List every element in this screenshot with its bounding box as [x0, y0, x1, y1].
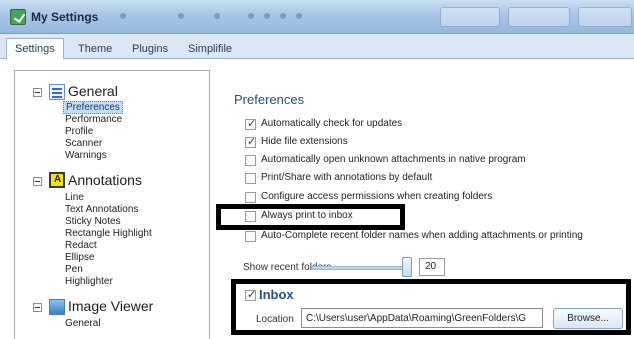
recent-folders-slider-track[interactable]	[311, 266, 411, 270]
location-input[interactable]: C:\Users\user\AppData\Roaming\GreenFolde…	[301, 308, 543, 328]
option-label: Automatically open unknown attachments i…	[261, 154, 526, 165]
option-label: Automatically check for updates	[261, 118, 403, 129]
inbox-heading: Inbox	[259, 287, 294, 302]
general-settings-icon	[49, 84, 65, 100]
decor-dot-icon	[280, 13, 286, 19]
tree-item-text-annotations[interactable]: Text Annotations	[65, 204, 138, 215]
checkbox-checked[interactable]	[245, 135, 256, 148]
tree-item-image-viewer-general[interactable]: General	[65, 318, 101, 329]
background-window-tab	[440, 7, 500, 27]
inbox-checkbox[interactable]	[245, 288, 256, 301]
decor-dot-icon	[296, 13, 302, 19]
decor-dot-icon	[264, 13, 270, 19]
tree-item-preferences[interactable]: Preferences	[63, 101, 123, 114]
recent-folders-value[interactable]: 20	[419, 258, 445, 276]
tree-item-warnings[interactable]: Warnings	[65, 150, 107, 161]
tab-settings[interactable]: Settings	[6, 38, 64, 60]
location-label: Location	[256, 314, 294, 325]
tree-item-line[interactable]: Line	[65, 192, 84, 203]
image-viewer-icon	[49, 299, 65, 315]
checkbox-checked[interactable]	[245, 117, 256, 130]
window-title: My Settings	[31, 10, 99, 24]
checkbox[interactable]	[245, 192, 256, 203]
collapse-toggle-icon[interactable]	[33, 88, 42, 97]
option-label: Configure access permissions when creati…	[261, 191, 493, 202]
collapse-toggle-icon[interactable]	[33, 303, 42, 312]
tree-item-profile[interactable]: Profile	[65, 126, 93, 137]
option-label: Hide file extensions	[261, 136, 348, 147]
settings-tabstrip: Settings Theme Plugins Simplifile	[0, 34, 634, 60]
settings-tree: General Preferences Performance Profile …	[14, 70, 210, 339]
annotations-icon	[49, 172, 65, 188]
background-window-tab	[508, 7, 570, 27]
tree-group-image-viewer[interactable]: Image Viewer	[68, 298, 153, 314]
tree-item-pen[interactable]: Pen	[65, 264, 83, 275]
tree-item-performance[interactable]: Performance	[65, 114, 122, 125]
background-window-tab	[578, 7, 632, 27]
checkbox[interactable]	[245, 231, 256, 242]
tree-group-annotations[interactable]: Annotations	[68, 172, 142, 188]
tree-item-ellipse[interactable]: Ellipse	[65, 252, 94, 263]
tree-item-rectangle-highlight[interactable]: Rectangle Highlight	[65, 228, 152, 239]
option-label: Auto-Complete recent folder names when a…	[261, 230, 583, 241]
decor-dot-icon	[248, 13, 254, 19]
preferences-heading: Preferences	[234, 92, 305, 107]
tab-theme[interactable]: Theme	[70, 39, 120, 59]
app-icon	[10, 9, 26, 25]
recent-folders-slider-thumb[interactable]	[402, 257, 412, 277]
checkbox[interactable]	[245, 155, 256, 166]
decor-dot-icon	[120, 13, 126, 19]
tree-item-scanner[interactable]: Scanner	[65, 138, 102, 149]
tab-simplifile[interactable]: Simplifile	[180, 39, 240, 59]
tree-item-highlighter[interactable]: Highlighter	[65, 276, 113, 287]
browse-button[interactable]: Browse...	[553, 308, 623, 329]
decor-dot-icon	[178, 13, 184, 19]
option-label: Print/Share with annotations by default	[261, 172, 433, 183]
tab-plugins[interactable]: Plugins	[124, 39, 176, 59]
tree-group-general[interactable]: General	[68, 83, 118, 99]
decor-dot-icon	[214, 13, 220, 19]
collapse-toggle-icon[interactable]	[33, 177, 42, 186]
tree-item-redact[interactable]: Redact	[65, 240, 97, 251]
checkbox[interactable]	[245, 173, 256, 184]
highlight-box-always-print	[216, 204, 405, 230]
tree-item-sticky-notes[interactable]: Sticky Notes	[65, 216, 121, 227]
title-bar: My Settings	[0, 0, 634, 34]
